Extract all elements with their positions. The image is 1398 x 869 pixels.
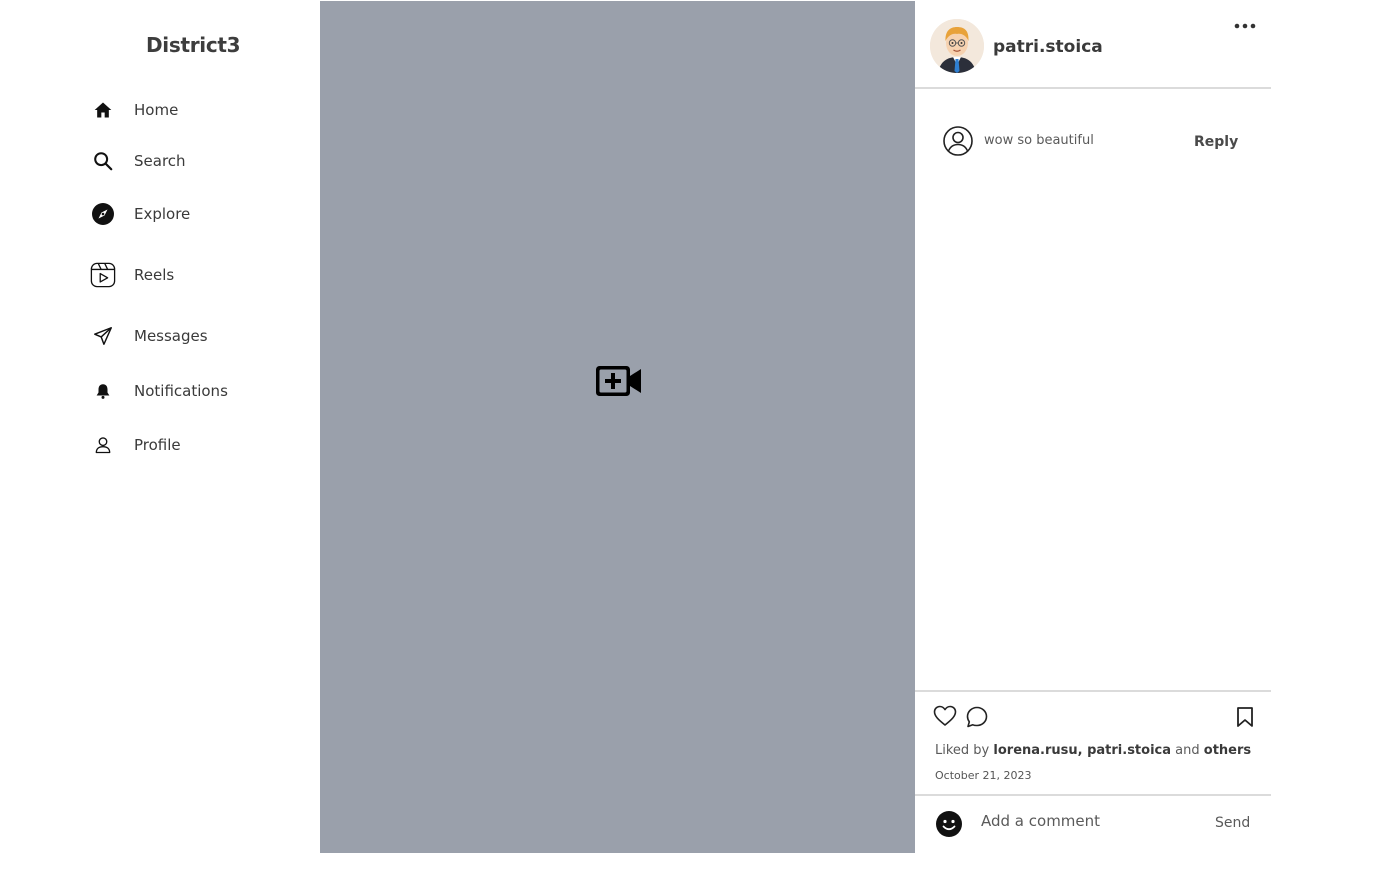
post-username[interactable]: patri.stoica — [993, 37, 1103, 57]
liked-users[interactable]: lorena.rusu, patri.stoica — [993, 743, 1171, 758]
bookmark-icon[interactable] — [1232, 704, 1258, 730]
sidebar-item-home[interactable]: Home — [90, 94, 178, 126]
emoji-icon[interactable] — [935, 810, 963, 838]
post-date: October 21, 2023 — [935, 769, 1032, 782]
comment-composer: Send — [915, 798, 1271, 853]
sidebar-item-label: Profile — [134, 436, 181, 454]
post-panel: patri.stoica wow so beautiful Reply Like… — [915, 0, 1271, 869]
compass-icon — [90, 201, 116, 227]
post-header: patri.stoica — [915, 0, 1271, 89]
more-options-icon[interactable] — [1233, 14, 1257, 38]
post-actions: Liked by lorena.rusu, patri.stoica and o… — [915, 690, 1271, 796]
post-media[interactable] — [320, 1, 915, 853]
sidebar-item-messages[interactable]: Messages — [90, 320, 208, 352]
sidebar-item-profile[interactable]: Profile — [90, 429, 181, 461]
bell-icon — [90, 378, 116, 404]
home-icon — [90, 97, 116, 123]
liked-prefix: Liked by — [935, 743, 990, 758]
paper-plane-icon — [90, 323, 116, 349]
reels-icon — [90, 262, 116, 288]
search-icon — [90, 148, 116, 174]
comment-item: wow so beautiful Reply — [942, 125, 1242, 157]
comment-text: wow so beautiful — [984, 133, 1094, 148]
liked-others[interactable]: others — [1204, 743, 1251, 758]
liked-and: and — [1175, 743, 1200, 758]
user-icon — [90, 432, 116, 458]
comment-input[interactable] — [981, 812, 1181, 830]
sidebar-item-label: Explore — [134, 205, 191, 223]
heart-icon[interactable] — [932, 703, 958, 729]
sidebar: District3 Home Search Explore Reels Mess… — [0, 0, 320, 869]
sidebar-item-label: Messages — [134, 327, 208, 345]
avatar[interactable] — [930, 19, 984, 73]
reply-button[interactable]: Reply — [1194, 134, 1238, 150]
sidebar-item-label: Search — [134, 152, 186, 170]
user-circle-icon — [942, 125, 974, 157]
video-plus-icon[interactable] — [595, 365, 643, 397]
comment-icon[interactable] — [964, 704, 990, 730]
sidebar-item-search[interactable]: Search — [90, 145, 186, 177]
sidebar-item-explore[interactable]: Explore — [90, 198, 190, 230]
sidebar-item-notifications[interactable]: Notifications — [90, 375, 228, 407]
sidebar-item-label: Home — [134, 101, 179, 119]
send-button[interactable]: Send — [1215, 815, 1250, 831]
sidebar-item-label: Notifications — [134, 382, 228, 400]
sidebar-item-label: Reels — [134, 266, 175, 284]
liked-by: Liked by lorena.rusu, patri.stoica and o… — [935, 743, 1251, 758]
brand-logo[interactable]: District3 — [146, 33, 241, 57]
sidebar-item-reels[interactable]: Reels — [90, 259, 174, 291]
